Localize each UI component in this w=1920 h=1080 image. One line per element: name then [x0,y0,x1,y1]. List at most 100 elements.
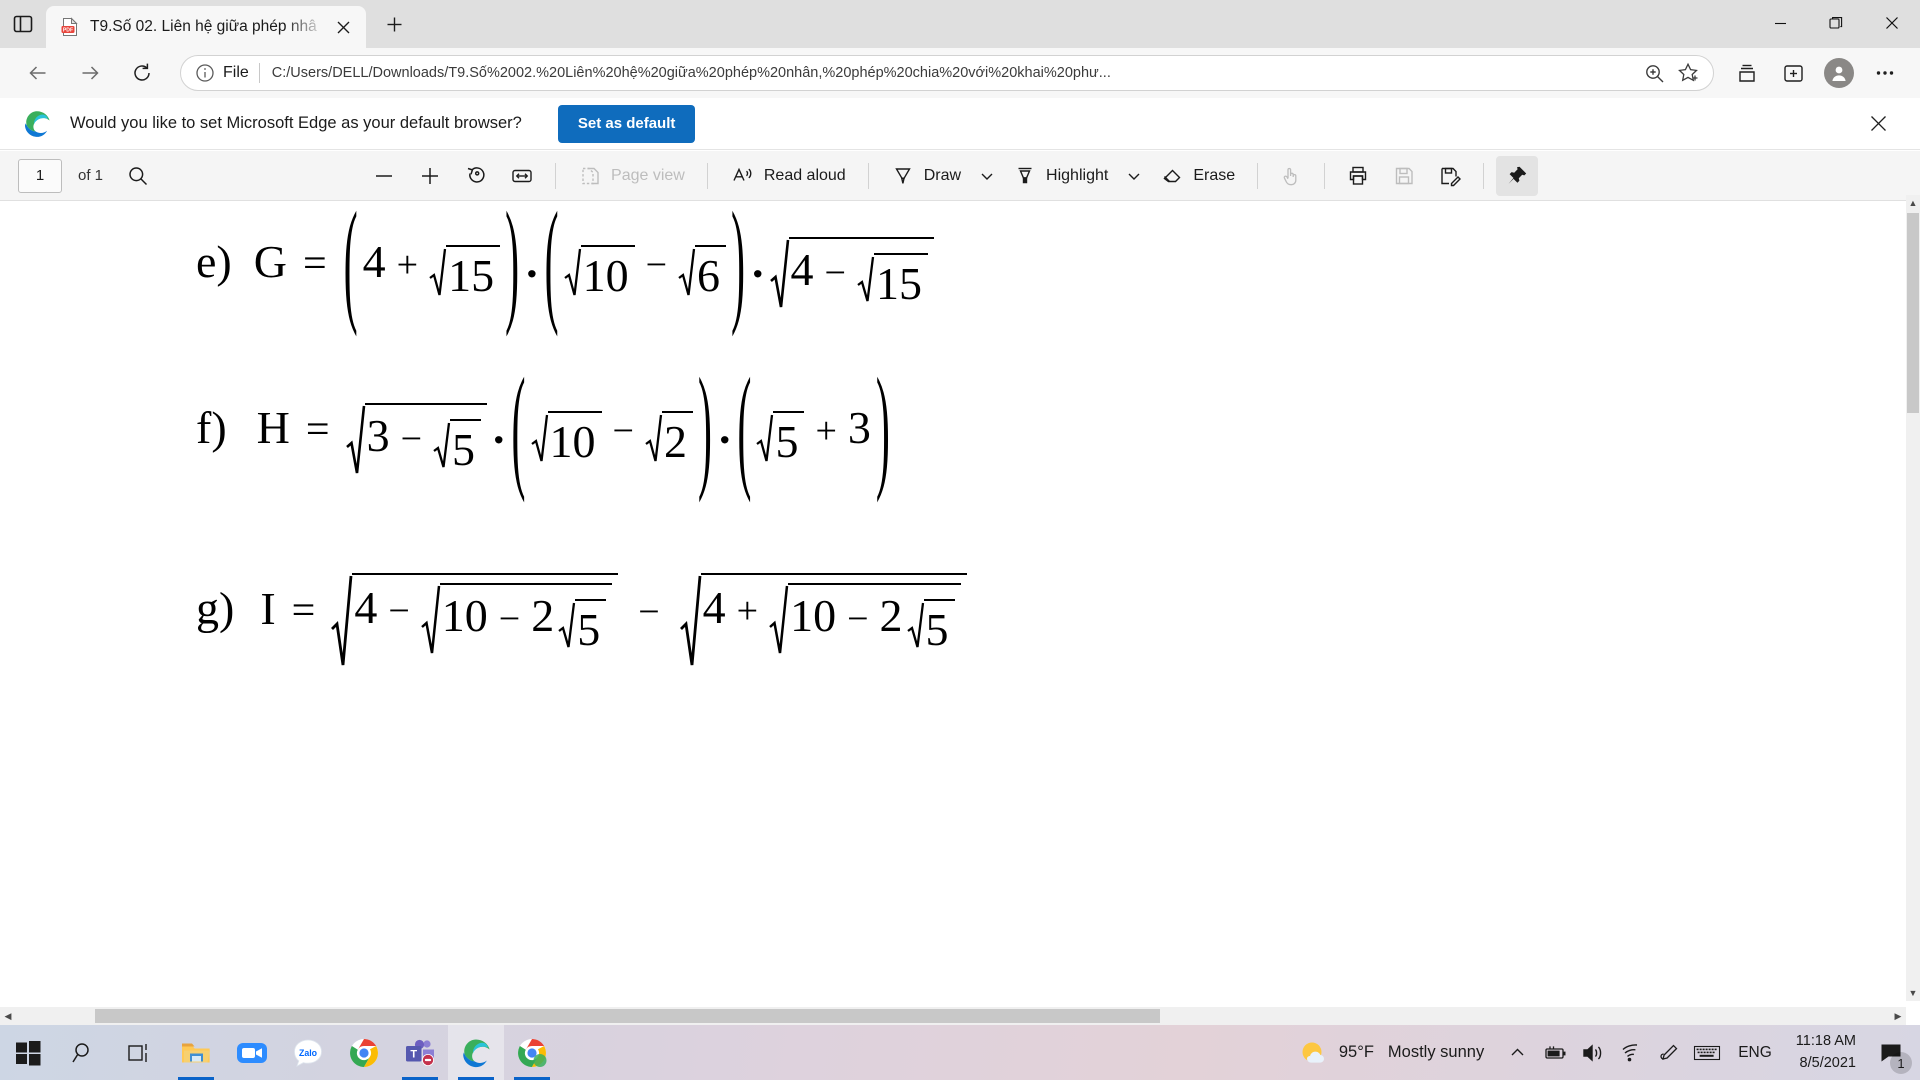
math-line-g: g) I = 4 − 10 − 2 5 − 4 + 10 − 2 5 [196,573,967,667]
url-text[interactable]: C:/Users/DELL/Downloads/T9.Số%2002.%20Li… [272,65,1637,81]
clock-widget[interactable]: 11:18 AM 8/5/2021 [1784,1031,1868,1073]
scroll-up-arrow-icon[interactable]: ▲ [1906,195,1920,211]
vertical-scrollbar[interactable]: ▲ ▼ [1906,195,1920,1001]
taskbar-app-google-chrome[interactable] [336,1025,392,1080]
fit-to-width-icon[interactable] [501,156,543,196]
sqrt-g-a-outer: 4 − 10 − 2 5 [331,573,619,667]
scroll-left-arrow-icon[interactable]: ◀ [0,1007,16,1025]
zoom-in-icon[interactable] [1637,56,1671,90]
more-options-icon[interactable] [1865,53,1905,93]
equals-sign-g: = [291,587,316,634]
taskbar-app-file-explorer[interactable] [168,1025,224,1080]
task-view-icon[interactable] [112,1025,168,1080]
variable-I: I [260,582,276,634]
browser-essentials-icon[interactable] [1773,53,1813,93]
term-g-a-op: − [388,590,410,632]
term-e-c-op: − [824,251,846,294]
toolbar-divider [555,162,557,189]
weather-widget[interactable]: 95°F Mostly sunny [1285,1025,1498,1080]
item-label-f: f) [196,402,227,453]
page-number-input[interactable]: 1 [18,158,62,193]
sun-cloud-icon [1302,1042,1324,1063]
term-f-c-num: 3 [847,402,871,453]
set-as-default-button[interactable]: Set as default [557,104,696,143]
profile-avatar-icon[interactable] [1819,53,1859,93]
highlight-chevron-down-icon[interactable] [1120,156,1148,196]
clock-date: 8/5/2021 [1799,1054,1856,1071]
scroll-down-arrow-icon[interactable]: ▼ [1906,985,1920,1001]
erase-button[interactable]: Erase [1150,156,1245,196]
math-line-f: f) H = 3 − 5 . ( 10 − 2 ) . (5 + 3) [196,354,891,506]
zoom-out-button[interactable] [363,156,405,196]
page-total-label: of 1 [78,167,104,184]
toolbar-divider-2 [706,162,708,189]
sqrt-f-b1: 10 [530,410,602,468]
star-add-icon[interactable] [1671,56,1705,90]
taskbar-search-icon[interactable] [56,1025,112,1080]
touch-keyboard-icon[interactable] [1688,1025,1726,1080]
open-paren-f1: ( [511,354,526,506]
battery-charging-icon[interactable] [1536,1025,1574,1080]
save-icon[interactable] [1383,156,1425,196]
pen-icon[interactable] [1650,1025,1688,1080]
toolbar-divider-4 [1257,162,1259,189]
svg-text:PDF: PDF [63,28,73,34]
zoom-in-button[interactable] [409,156,451,196]
term-g-b-coef: 2 [879,589,903,641]
variable-G: G [253,236,287,287]
taskbar-app-zoom[interactable] [224,1025,280,1080]
term-g-a-in-root: 5 [577,603,601,655]
multiply-dot-f2: . [718,402,731,453]
term-f-a-root: 5 [452,423,475,475]
highlight-button[interactable]: Highlight [1003,156,1118,196]
minimize-button[interactable] [1752,0,1808,46]
address-bar[interactable]: File C:/Users/DELL/Downloads/T9.Số%2002.… [180,55,1714,91]
draw-button[interactable]: Draw [881,156,971,196]
notification-close-icon[interactable] [1858,104,1898,144]
taskbar-app-microsoft-teams[interactable]: T [392,1025,448,1080]
close-paren-f1: ) [697,354,712,506]
close-button[interactable] [1864,0,1920,46]
print-icon[interactable] [1337,156,1379,196]
taskbar-app-zalo[interactable]: Zalo [280,1025,336,1080]
browser-navigation-bar: File C:/Users/DELL/Downloads/T9.Số%2002.… [0,48,1920,98]
back-arrow-icon[interactable] [18,53,58,93]
show-hidden-icons-chevron-up-icon[interactable] [1498,1025,1536,1080]
wifi-icon[interactable] [1612,1025,1650,1080]
pin-icon[interactable] [1496,155,1539,196]
horizontal-scrollbar-thumb[interactable] [95,1009,1160,1023]
omnibox-actions [1637,56,1705,90]
term-g-a-coef: 2 [531,589,555,641]
taskbar-app-microsoft-edge[interactable] [448,1025,504,1080]
windows-taskbar: Zalo T 95°F Mostly sunny ENG 11:18 AM 8/… [0,1025,1920,1080]
collections-icon[interactable] [1727,53,1767,93]
read-aloud-button[interactable]: Read aloud [720,156,856,196]
term-f-a-num: 3 [366,409,390,461]
refresh-icon[interactable] [122,53,162,93]
volume-icon[interactable] [1574,1025,1612,1080]
maximize-restore-button[interactable] [1808,0,1864,46]
multiply-dot-f1: . [493,402,505,453]
notification-center-button[interactable]: 1 [1868,1025,1914,1080]
window-controls [1752,0,1920,48]
browser-tab[interactable]: PDF T9.Số 02. Liên hệ giữa phép nhâ [46,6,366,48]
scroll-right-arrow-icon[interactable]: ▶ [1890,1007,1906,1025]
tab-close-icon[interactable] [328,12,358,42]
vertical-scrollbar-thumb[interactable] [1907,213,1919,413]
site-info-icon[interactable] [195,63,215,83]
scheme-label: File [223,64,249,81]
tab-actions-icon[interactable] [0,1,46,47]
taskbar-app-chrome-secondary[interactable] [504,1025,560,1080]
page-view-button[interactable]: Page view [568,156,695,196]
hand-tool-icon[interactable] [1270,156,1312,196]
forward-arrow-icon[interactable] [70,53,110,93]
horizontal-scrollbar[interactable]: ◀ ▶ [0,1007,1906,1025]
save-as-icon[interactable] [1429,156,1471,196]
rotate-icon[interactable] [455,156,497,196]
term-g-b-in-num: 10 [790,589,837,641]
new-tab-button[interactable] [376,6,412,42]
draw-chevron-down-icon[interactable] [973,156,1001,196]
input-language-indicator[interactable]: ENG [1726,1044,1784,1062]
start-button[interactable] [0,1025,56,1080]
search-icon[interactable] [117,156,159,196]
